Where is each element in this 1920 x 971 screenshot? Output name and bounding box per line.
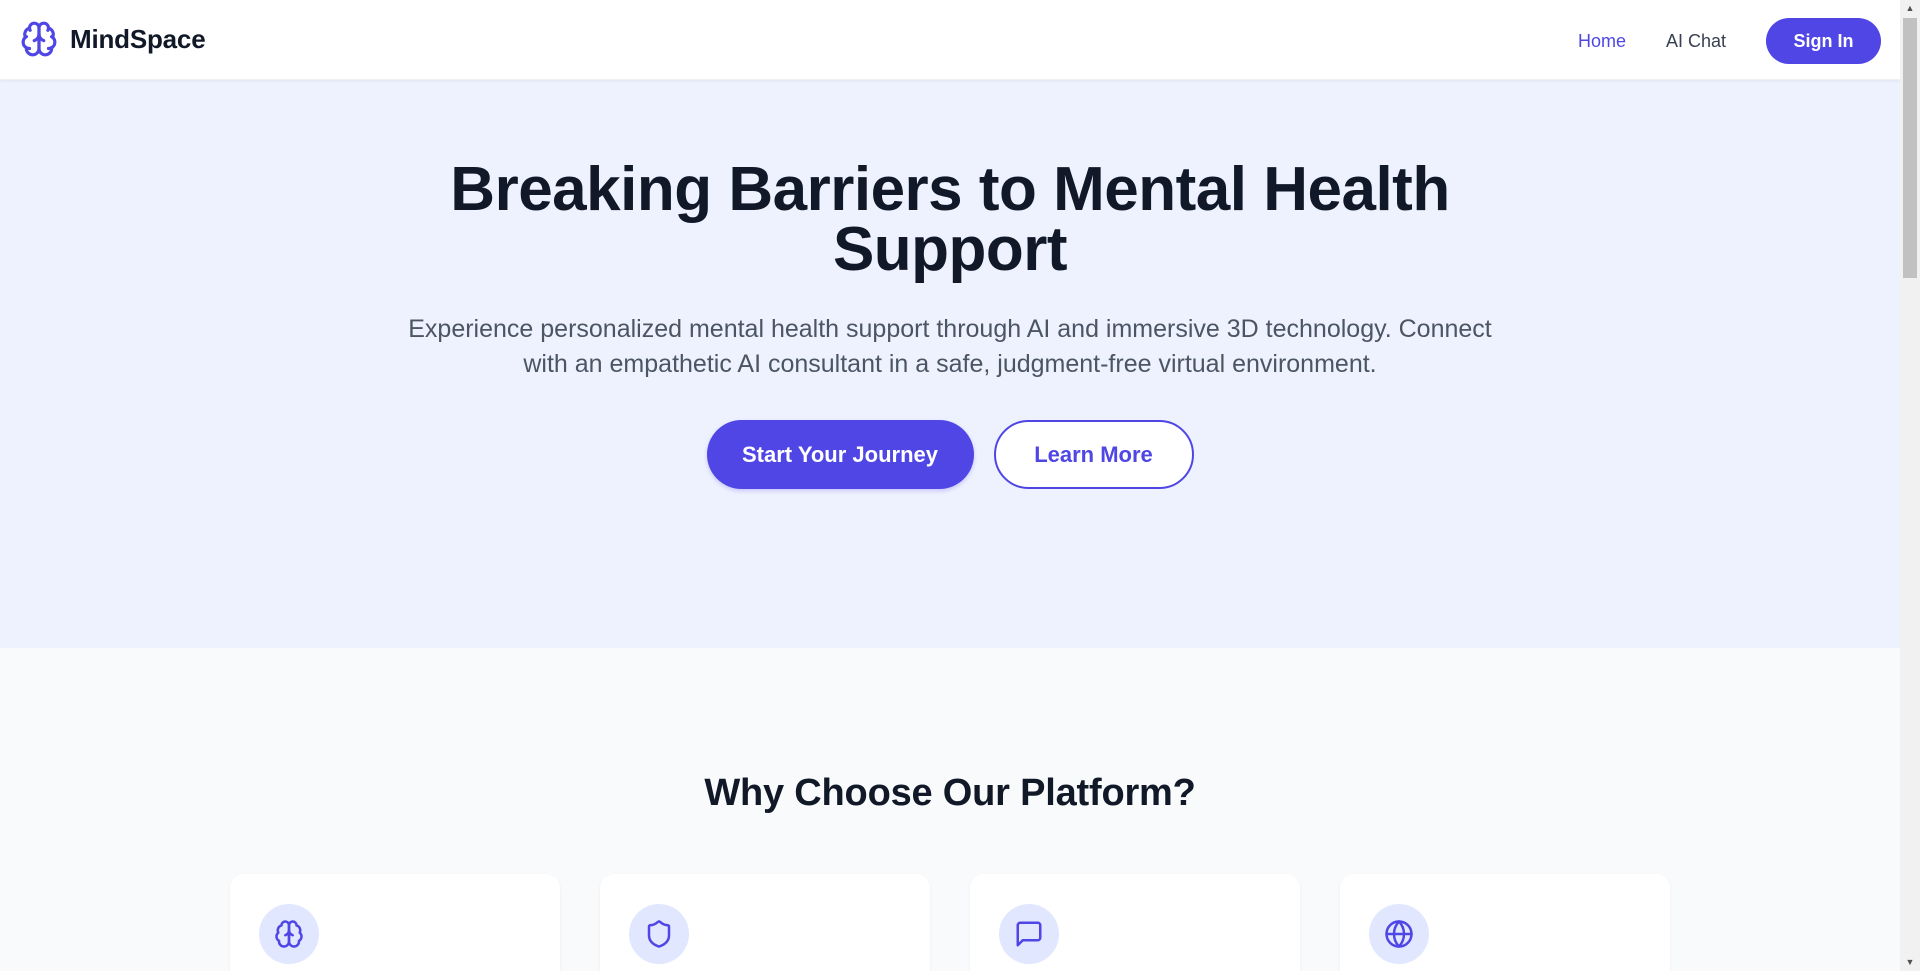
brain-icon (275, 920, 303, 948)
page-scrollbar[interactable]: ▲ ▼ (1900, 0, 1920, 971)
hero-section: Breaking Barriers to Mental Health Suppo… (0, 80, 1900, 648)
hero-subtitle: Experience personalized mental health su… (408, 315, 1492, 378)
scroll-down-icon[interactable]: ▼ (1900, 954, 1920, 971)
brand-logo-link[interactable]: MindSpace (20, 20, 206, 58)
hero-title: Breaking Barriers to Mental Health Suppo… (450, 155, 1450, 284)
sign-in-button[interactable]: Sign In (1766, 18, 1881, 64)
learn-more-button[interactable]: Learn More (993, 420, 1194, 489)
message-square-icon (1016, 921, 1042, 947)
main-nav: Home AI Chat Sign In (1578, 18, 1881, 64)
feature-icon-circle (629, 904, 689, 964)
brand-name: MindSpace (70, 23, 206, 54)
scroll-up-icon[interactable]: ▲ (1900, 0, 1920, 17)
feature-card-privacy (600, 874, 930, 971)
feature-icon-circle (259, 904, 319, 964)
feature-icon-circle (1369, 904, 1429, 964)
nav-link-home[interactable]: Home (1578, 31, 1626, 52)
feature-card-chat (970, 874, 1300, 971)
feature-card-global (1340, 874, 1670, 971)
shield-icon (647, 920, 671, 948)
scroll-thumb[interactable] (1903, 18, 1917, 278)
feature-cards (230, 874, 1670, 971)
feature-card-ai (230, 874, 560, 971)
nav-link-ai-chat[interactable]: AI Chat (1666, 31, 1726, 52)
feature-icon-circle (999, 904, 1059, 964)
features-title: Why Choose Our Platform? (704, 772, 1196, 814)
start-journey-button[interactable]: Start Your Journey (706, 420, 974, 489)
globe-icon (1385, 920, 1413, 948)
brain-icon (21, 21, 57, 57)
features-section: Why Choose Our Platform? (0, 648, 1900, 971)
page: MindSpace Home AI Chat Sign In Breaking … (0, 0, 1900, 971)
hero-actions: Start Your Journey Learn More (0, 420, 1900, 489)
top-navbar: MindSpace Home AI Chat Sign In (0, 0, 1900, 80)
